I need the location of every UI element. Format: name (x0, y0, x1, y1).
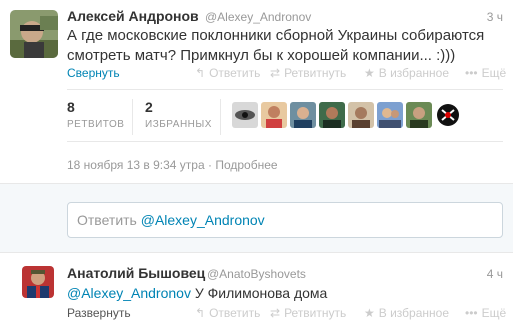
author-name[interactable]: Анатолий Бышовец (67, 265, 205, 281)
author-handle[interactable]: @AnatoByshovets (207, 267, 306, 281)
favorites-stat[interactable]: 2 ИЗБРАННЫХ (145, 99, 212, 130)
author-handle[interactable]: @Alexey_Andronov (205, 10, 311, 24)
favoriter-avatar-image (319, 102, 345, 128)
star-icon: ★ (364, 66, 375, 80)
avatar-image (10, 10, 58, 58)
retweet-button[interactable]: ⇄ Ретвитнуть (270, 306, 346, 320)
retweets-count: 8 (67, 99, 75, 115)
tweet-actions: Свернуть ↰ Ответить ⇄ Ретвитнуть ★ В избран… (67, 66, 506, 82)
star-icon: ★ (364, 306, 375, 320)
more-label: Ещё (481, 306, 507, 320)
favoriter-avatar-image (290, 102, 316, 128)
tweet-mention[interactable]: @Alexey_Andronov (67, 285, 191, 301)
tweet-time[interactable]: 4 ч (487, 267, 503, 281)
retweet-button[interactable]: ⇄ Ретвитнуть (270, 66, 346, 80)
tweet-text: @Alexey_Andronov У Филимонова дома (67, 285, 327, 301)
favorite-label: В избранное (378, 66, 449, 80)
favoriter-avatar[interactable] (435, 102, 461, 128)
stat-separator (132, 99, 133, 135)
more-icon: ••• (465, 66, 478, 80)
favoriter-avatar[interactable] (261, 102, 287, 128)
retweet-label: Ретвитнуть (284, 66, 347, 80)
favoriter-avatar-image (232, 102, 258, 128)
tweet-date[interactable]: 18 ноября 13 в 9:34 утра · Подробнее (67, 158, 278, 172)
favorite-button[interactable]: ★ В избранное (364, 66, 449, 80)
retweets-label: РЕТВИТОВ (67, 119, 125, 130)
favoriter-avatar[interactable] (377, 102, 403, 128)
favoriters-avatars (232, 102, 464, 128)
reply-button[interactable]: ↰ Ответить (195, 66, 260, 80)
more-icon: ••• (465, 306, 478, 320)
avatar[interactable] (10, 10, 58, 58)
stat-separator (220, 99, 221, 135)
more-label: Ещё (481, 66, 507, 80)
favoriter-avatar[interactable] (348, 102, 374, 128)
favorites-label: ИЗБРАННЫХ (145, 119, 212, 130)
reply-label: Ответить (209, 66, 261, 80)
avatar-image (22, 266, 54, 298)
author-name[interactable]: Алексей Андронов (67, 8, 199, 24)
main-tweet: Алексей Андронов @Alexey_Andronov 3 ч А … (0, 0, 513, 183)
tweet-time[interactable]: 3 ч (487, 10, 503, 24)
reply-placeholder: Ответить (77, 212, 137, 228)
tweet-text-body: У Филимонова дома (194, 285, 328, 301)
favoriter-avatar-image (348, 102, 374, 128)
divider (67, 141, 503, 142)
more-button[interactable]: ••• Ещё (465, 306, 506, 320)
divider (67, 89, 503, 90)
retweets-stat[interactable]: 8 РЕТВИТОВ (67, 99, 124, 130)
favoriter-avatar-image (261, 102, 287, 128)
reply-area: Ответить @Alexey_Andronov (0, 183, 513, 253)
favoriter-avatar[interactable] (232, 102, 258, 128)
tweet-text: А где московские поклонники сборной Укра… (67, 27, 485, 64)
retweet-label: Ретвитнуть (284, 306, 347, 320)
reply-mention: @Alexey_Andronov (140, 212, 265, 228)
expand-link[interactable]: Развернуть (67, 306, 131, 320)
favorites-count: 2 (145, 99, 153, 115)
favoriter-avatar[interactable] (406, 102, 432, 128)
reply-input[interactable]: Ответить @Alexey_Andronov (67, 202, 503, 238)
favoriter-avatar[interactable] (290, 102, 316, 128)
avatar[interactable] (22, 266, 54, 298)
favorite-button[interactable]: ★ В избранное (364, 306, 449, 320)
collapse-link[interactable]: Свернуть (67, 66, 120, 80)
favoriter-avatar-image (435, 102, 461, 128)
retweet-icon: ⇄ (270, 66, 281, 80)
favoriter-avatar[interactable] (319, 102, 345, 128)
retweet-icon: ⇄ (270, 306, 281, 320)
reply-icon: ↰ (195, 306, 206, 320)
favorite-label: В избранное (378, 306, 449, 320)
reply-label: Ответить (209, 306, 261, 320)
favoriter-avatar-image (377, 102, 403, 128)
more-button[interactable]: ••• Ещё (465, 66, 506, 80)
favoriter-avatar-image (406, 102, 432, 128)
tweet-actions: Развернуть ↰ Ответить ⇄ Ретвитнуть ★ В избр… (67, 306, 506, 322)
reply-icon: ↰ (195, 66, 206, 80)
reply-button[interactable]: ↰ Ответить (195, 306, 260, 320)
reply-tweet[interactable]: Анатолий Бышовец @AnatoByshovets 4 ч @Al… (0, 254, 513, 330)
